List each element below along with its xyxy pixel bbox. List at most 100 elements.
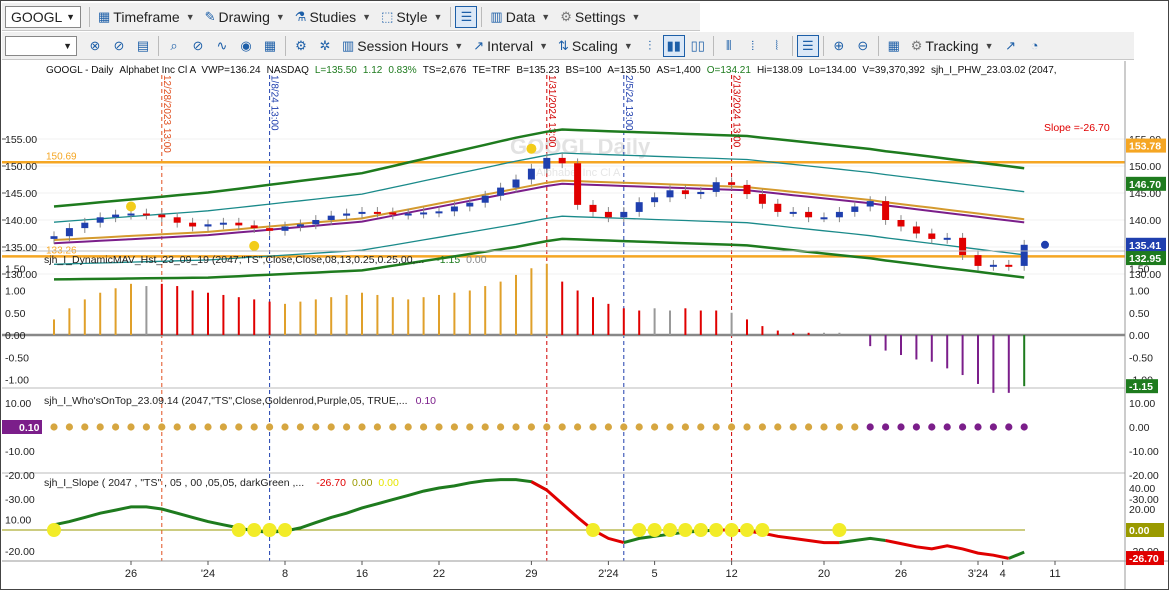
slope-signal-dot (47, 523, 61, 537)
layout-toggle-icon[interactable]: ☰ (455, 5, 478, 28)
candle-body (420, 212, 428, 215)
candle-body (635, 202, 643, 212)
event-line-label: 1/31/2024 13:00 (546, 75, 557, 148)
wot-dot (635, 423, 643, 431)
candle-body (989, 264, 997, 267)
slope-signal-dot (278, 523, 292, 537)
main-toolbar: GOOGL ▼ ▦ Timeframe ▼ ✎ Drawing ▼ ⚗ Stud… (2, 3, 700, 31)
sheet-icon[interactable]: ▤ (132, 35, 154, 57)
separator (712, 35, 714, 56)
hollow-candle-icon[interactable]: ▯▯ (687, 35, 709, 57)
candle-body (327, 215, 335, 220)
wot-tick-left: -20.00 (5, 470, 35, 482)
candle-body (897, 220, 905, 227)
price-tick-label-left: 155.00 (5, 134, 37, 146)
candle-body (127, 213, 135, 216)
tracking-menu[interactable]: ⚙ Tracking ▼ (906, 34, 999, 58)
candle-body (142, 213, 150, 216)
wot-dot (651, 423, 659, 431)
zoom-table-icon[interactable]: ⌕ (163, 35, 185, 57)
wot-dot (527, 423, 536, 431)
style-menu[interactable]: ⬚ Style ▼ (376, 5, 447, 29)
dashboard-icon[interactable]: ◔ (1024, 35, 1046, 57)
scaling-menu[interactable]: ⇅ Scaling ▼ (553, 34, 638, 58)
wot-dot (189, 423, 197, 431)
candle-body (758, 194, 766, 204)
scaling-icon: ⇅ (558, 37, 569, 53)
header-field: 1.12 (363, 65, 383, 76)
header-field: AS=1,400 (657, 65, 702, 76)
symbol-selector[interactable]: GOOGL ▼ (5, 5, 81, 28)
slope-value-1: -26.70 (316, 477, 346, 489)
candle-body (481, 195, 489, 203)
separator (285, 35, 286, 56)
wot-dot (312, 423, 320, 431)
zoom-in-icon[interactable]: ⊕ (828, 35, 850, 57)
candle-chart-icon[interactable]: ▮▮ (662, 34, 685, 57)
datatable-icon[interactable]: ▦ (883, 35, 905, 57)
slope-signal-dot (678, 523, 693, 537)
price-tag: 135.41 (1129, 240, 1161, 252)
drawing-menu[interactable]: ✎ Drawing ▼ (200, 5, 290, 29)
session-hours-menu[interactable]: ▥ Session Hours ▼ (337, 34, 468, 58)
data-menu[interactable]: ▥ Data ▼ (485, 5, 555, 29)
hist-tick-left: 0.00 (5, 330, 26, 342)
slope-signal-dot (740, 523, 754, 537)
candle-body (296, 224, 304, 227)
hist-value-1: -1.15 (436, 254, 460, 266)
header-field: Lo=134.00 (809, 65, 857, 76)
hist-tick-left: 1.00 (5, 286, 26, 298)
grid-icon[interactable]: ▦ (259, 35, 281, 57)
candle-body (943, 237, 951, 240)
link-icon[interactable]: ⊗ (84, 35, 106, 57)
bar-chart-icon[interactable]: ⫶ (639, 35, 661, 57)
price-tick-label-right: 140.00 (1129, 215, 1161, 227)
wot-dot (558, 423, 566, 431)
wot-dot (358, 423, 366, 431)
wot-title-text: sjh_I_Who'sOnTop_23.09.14 (2047,"TS",Clo… (44, 395, 408, 407)
wot-dot (974, 423, 982, 431)
separator (791, 35, 793, 56)
candle-body (281, 226, 289, 231)
candle-body (543, 157, 551, 169)
wot-dot (512, 423, 520, 431)
candle-body (312, 220, 320, 225)
slope-tag: -26.70 (1129, 553, 1159, 565)
slope-signal-dot (724, 523, 739, 537)
layout2-icon[interactable]: ☰ (796, 34, 819, 57)
studies-menu[interactable]: ⚗ Studies ▼ (290, 5, 376, 29)
gear-plus-icon[interactable]: ✲ (314, 35, 336, 57)
no-icon[interactable]: ⊘ (187, 35, 209, 57)
chart-area[interactable]: GOOGL Daily Alphabet Inc Cl A 12/28/2023… (2, 61, 1168, 589)
zoom-out-icon[interactable]: ⊖ (852, 35, 874, 57)
link2-icon[interactable]: ⊘ (108, 35, 130, 57)
settings-menu[interactable]: ⚙ Settings ▼ (555, 5, 645, 29)
compress-bars-icon[interactable]: ⦚ (766, 35, 788, 57)
wot-dot (959, 423, 967, 431)
separator (89, 6, 90, 27)
zoom-bars-icon[interactable]: ⦙ (742, 35, 764, 57)
vertical-bars-icon[interactable]: ⦀ (718, 35, 740, 57)
eye-icon[interactable]: ◉ (235, 35, 257, 57)
wot-dot (989, 423, 998, 431)
time-label: 11 (1049, 568, 1060, 580)
wot-dot (158, 423, 166, 431)
hist-tick-right: 0.50 (1129, 308, 1150, 320)
wot-dot (943, 423, 951, 431)
candle-body (928, 233, 936, 239)
timeframe-menu[interactable]: ▦ Timeframe ▼ (93, 5, 200, 29)
wave-icon[interactable]: ∿ (211, 35, 233, 57)
interval-menu[interactable]: ↗ Interval ▼ (468, 34, 553, 58)
interval-input[interactable]: ▼ (5, 35, 77, 56)
chevron-down-icon: ▼ (541, 11, 551, 22)
settings-small-icon[interactable]: ⚙ (290, 35, 312, 57)
time-label: 3'24 (968, 568, 988, 580)
candle-body (527, 168, 535, 180)
wot-dot (543, 423, 551, 431)
chart-window: GOOGL ▼ ▦ Timeframe ▼ ✎ Drawing ▼ ⚗ Stud… (0, 0, 1169, 590)
slope-tick-right: 20.00 (1129, 504, 1155, 516)
wot-dot (127, 423, 135, 431)
add-chart-icon[interactable]: ↗ (1000, 35, 1022, 57)
wot-tick-right: 0.00 (1129, 422, 1150, 434)
slope-value-2: 0.00 (352, 477, 373, 489)
